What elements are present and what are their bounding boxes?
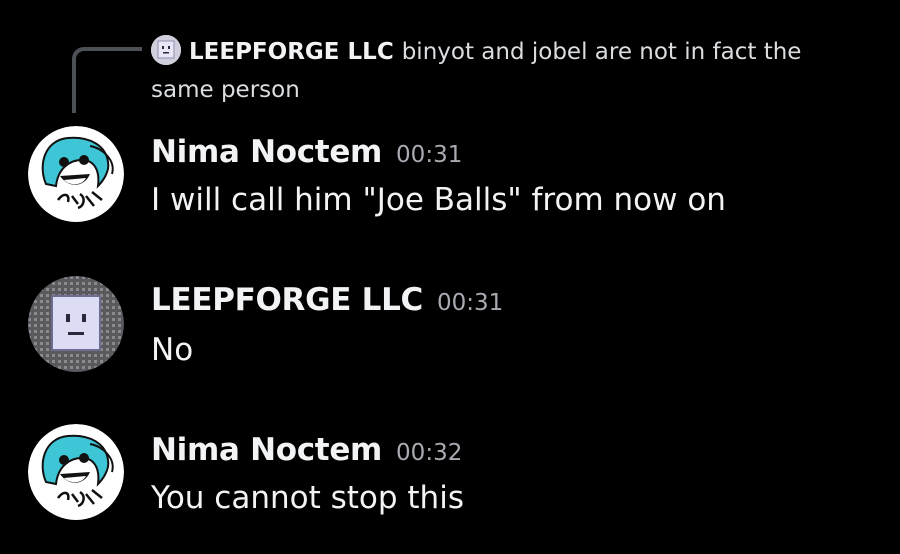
message-header: LEEPFORGE LLC 00:31 [151,282,503,318]
message-text: I will call him "Joe Balls" from now on [151,182,726,218]
robot-face-icon [151,35,181,65]
avatar[interactable] [28,126,124,222]
reply-text-line1: binyot and jobel are not in fact the [401,39,802,65]
message-text: No [151,332,194,368]
message-timestamp[interactable]: 00:32 [396,440,462,466]
message-author[interactable]: LEEPFORGE LLC [151,282,423,318]
avatar[interactable] [28,276,124,372]
message-timestamp[interactable]: 00:31 [396,142,462,168]
robot-face-icon [28,276,124,372]
message-text: You cannot stop this [151,480,464,516]
message-author[interactable]: Nima Noctem [151,134,382,170]
cyan-hair-character-avatar [28,126,124,222]
chat-message-list: LEEPFORGE LLC binyot and jobel are not in… [0,0,900,554]
reply-text-line2: same person [151,77,300,103]
reply-connector-line [72,47,142,113]
avatar[interactable] [28,424,124,520]
cyan-hair-character-avatar [28,424,124,520]
reply-preview[interactable]: LEEPFORGE LLC binyot and jobel are not in… [151,33,851,109]
message-author[interactable]: Nima Noctem [151,432,382,468]
message-header: Nima Noctem 00:31 [151,134,462,170]
message-header: Nima Noctem 00:32 [151,432,462,468]
reply-author[interactable]: LEEPFORGE LLC [189,39,394,65]
message-timestamp[interactable]: 00:31 [437,290,503,316]
